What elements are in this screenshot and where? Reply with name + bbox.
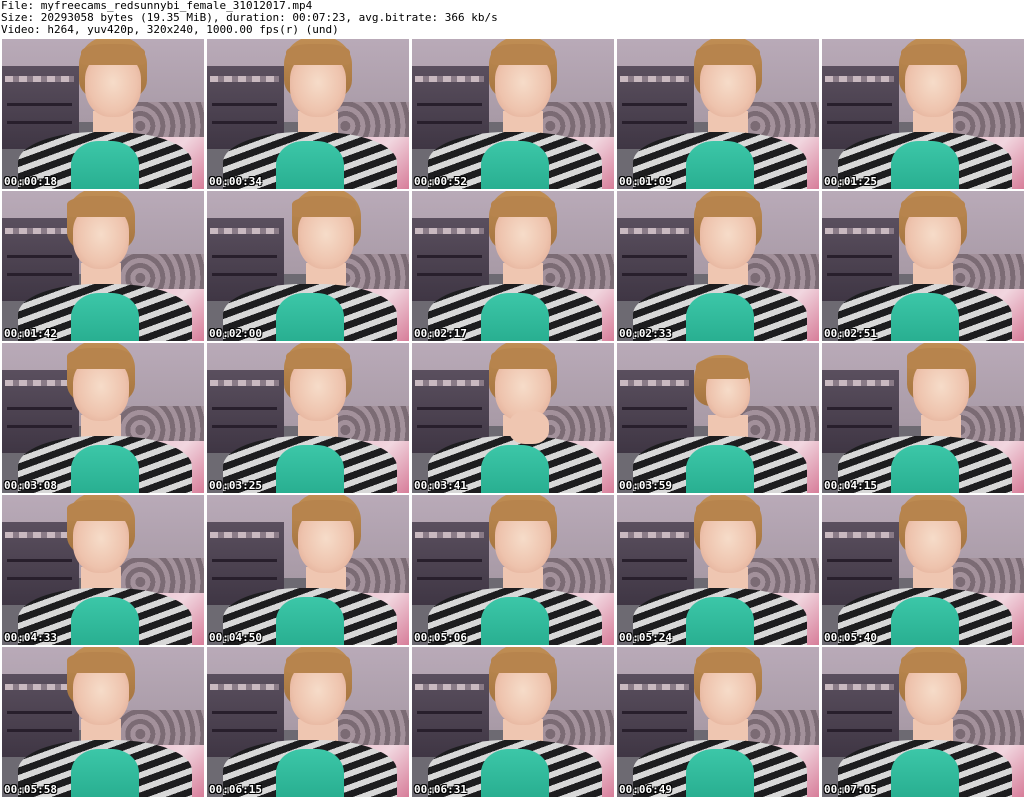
thumbnail-timestamp: 00:00:34 <box>209 175 262 188</box>
thumbnail-timestamp: 00:04:33 <box>4 631 57 644</box>
video-thumbnail: 00:02:00 <box>207 191 409 341</box>
video-thumbnail: 00:04:33 <box>2 495 204 645</box>
video-thumbnail: 00:02:51 <box>822 191 1024 341</box>
thumbnail-timestamp: 00:06:49 <box>619 783 672 796</box>
thumbnail-timestamp: 00:02:51 <box>824 327 877 340</box>
video-thumbnail: 00:06:31 <box>412 647 614 797</box>
thumbnail-grid: 00:00:18 00:00:34 00:00:52 00:01:09 00:01:25… <box>2 39 1024 797</box>
thumbnail-timestamp: 00:05:24 <box>619 631 672 644</box>
thumbnail-timestamp: 00:02:00 <box>209 327 262 340</box>
video-thumbnail: 00:01:42 <box>2 191 204 341</box>
video-thumbnail: 00:07:05 <box>822 647 1024 797</box>
thumbnail-timestamp: 00:02:17 <box>414 327 467 340</box>
video-thumbnail: 00:05:58 <box>2 647 204 797</box>
video-thumbnail: 00:05:06 <box>412 495 614 645</box>
thumbnail-timestamp: 00:01:42 <box>4 327 57 340</box>
video-thumbnail: 00:00:34 <box>207 39 409 189</box>
thumbnail-timestamp: 00:04:15 <box>824 479 877 492</box>
video-info-line: Video: h264, yuv420p, 320x240, 1000.00 f… <box>1 23 339 36</box>
thumbnail-timestamp: 00:03:59 <box>619 479 672 492</box>
thumbnail-timestamp: 00:07:05 <box>824 783 877 796</box>
video-thumbnail: 00:06:15 <box>207 647 409 797</box>
video-thumbnail: 00:06:49 <box>617 647 819 797</box>
thumbnail-timestamp: 00:03:41 <box>414 479 467 492</box>
video-thumbnail: 00:03:59 <box>617 343 819 493</box>
video-thumbnail: 00:03:25 <box>207 343 409 493</box>
video-thumbnail: 00:04:15 <box>822 343 1024 493</box>
video-thumbnail: 00:02:33 <box>617 191 819 341</box>
thumbnail-timestamp: 00:02:33 <box>619 327 672 340</box>
thumbnail-timestamp: 00:05:40 <box>824 631 877 644</box>
thumbnail-timestamp: 00:06:15 <box>209 783 262 796</box>
file-info-header: File: myfreecams_redsunnybi_female_31012… <box>0 0 1024 38</box>
video-thumbnail: 00:04:50 <box>207 495 409 645</box>
video-thumbnail: 00:03:41 <box>412 343 614 493</box>
video-thumbnail: 00:03:08 <box>2 343 204 493</box>
video-thumbnail: 00:05:40 <box>822 495 1024 645</box>
video-thumbnail: 00:01:09 <box>617 39 819 189</box>
video-thumbnail: 00:02:17 <box>412 191 614 341</box>
thumbnail-timestamp: 00:04:50 <box>209 631 262 644</box>
thumbnail-timestamp: 00:03:08 <box>4 479 57 492</box>
video-thumbnail: 00:01:25 <box>822 39 1024 189</box>
thumbnail-timestamp: 00:05:06 <box>414 631 467 644</box>
thumbnail-timestamp: 00:01:25 <box>824 175 877 188</box>
thumbnail-timestamp: 00:00:52 <box>414 175 467 188</box>
thumbnail-timestamp: 00:01:09 <box>619 175 672 188</box>
video-thumbnail: 00:05:24 <box>617 495 819 645</box>
thumbnail-timestamp: 00:06:31 <box>414 783 467 796</box>
video-thumbnail: 00:00:52 <box>412 39 614 189</box>
thumbnail-timestamp: 00:03:25 <box>209 479 262 492</box>
video-thumbnail: 00:00:18 <box>2 39 204 189</box>
thumbnail-timestamp: 00:00:18 <box>4 175 57 188</box>
thumbnail-timestamp: 00:05:58 <box>4 783 57 796</box>
